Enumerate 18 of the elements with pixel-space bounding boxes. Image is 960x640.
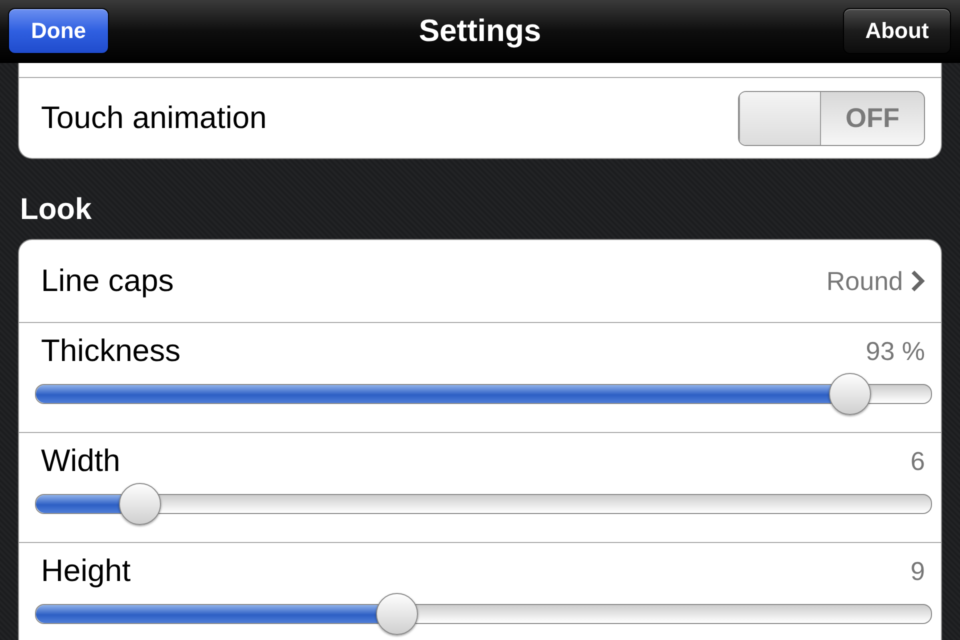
slider-thumb[interactable] [376,593,418,635]
row-label: Thickness [41,333,181,369]
done-button[interactable]: Done [8,8,109,54]
row-value: Round [826,266,903,296]
slider-thumb[interactable] [118,483,161,525]
section-header: Look [20,193,92,227]
choice-row[interactable]: Line caps Round [19,240,941,322]
window-title: Settings [418,13,542,49]
row-label: Touch animation [41,100,267,136]
chevron-icon [911,270,925,292]
row-label: Width [41,443,120,479]
slider-thumb[interactable] [829,373,872,415]
row-value: 93 % [866,336,925,366]
about-button[interactable]: About [843,8,951,54]
row-label: Height [41,553,131,589]
row-value: 6 [910,446,925,476]
row-label: Line caps [41,263,174,299]
row-value: 9 [910,556,925,586]
